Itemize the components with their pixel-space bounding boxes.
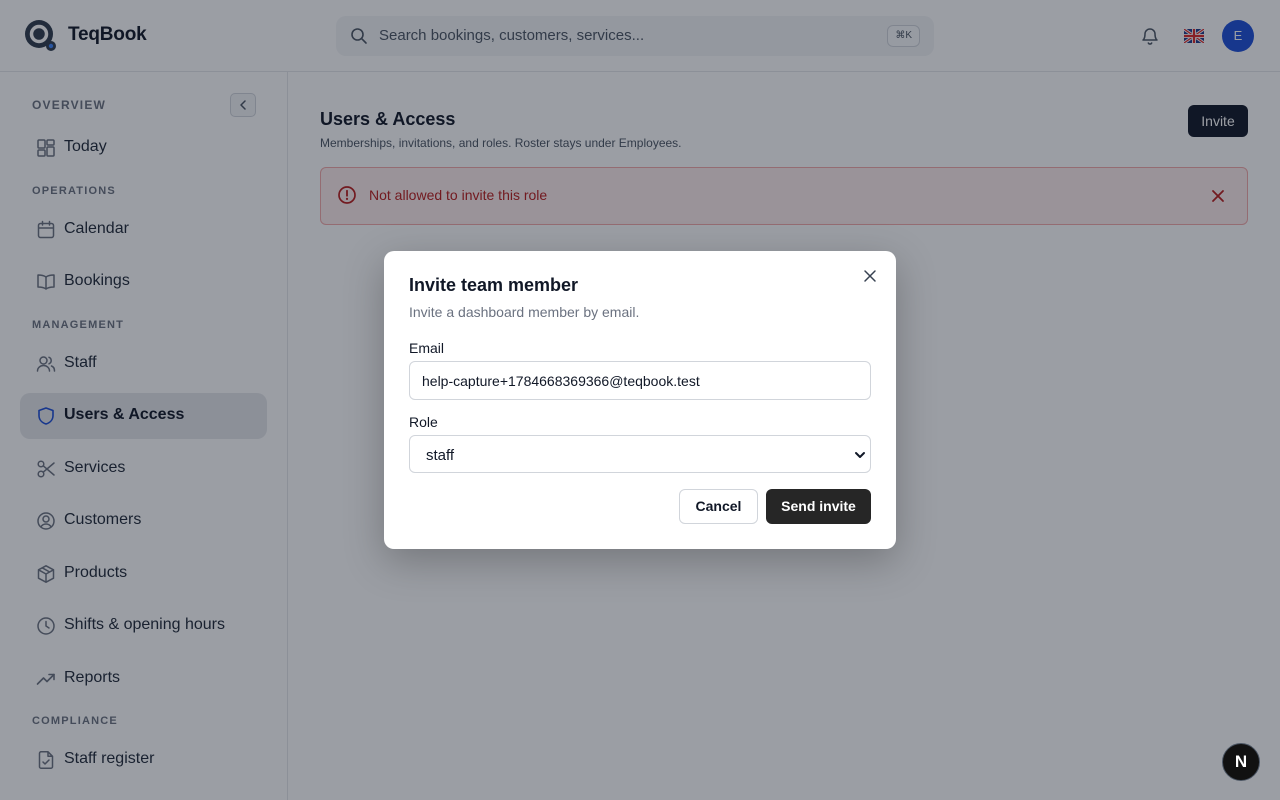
close-icon[interactable] <box>863 269 877 283</box>
role-label: Role <box>409 414 438 430</box>
dev-tools-badge[interactable]: N <box>1222 743 1260 781</box>
email-field[interactable] <box>409 361 871 400</box>
role-selected-value: staff <box>426 447 455 464</box>
invite-dialog: Invite team member Invite a dashboard me… <box>384 251 896 549</box>
role-select[interactable]: staff <box>409 435 871 473</box>
cancel-button[interactable]: Cancel <box>679 489 758 524</box>
dialog-description: Invite a dashboard member by email. <box>409 304 640 320</box>
send-invite-button[interactable]: Send invite <box>766 489 871 524</box>
dialog-title: Invite team member <box>409 275 579 295</box>
chevron-down-icon <box>855 452 865 458</box>
email-label: Email <box>409 340 445 356</box>
